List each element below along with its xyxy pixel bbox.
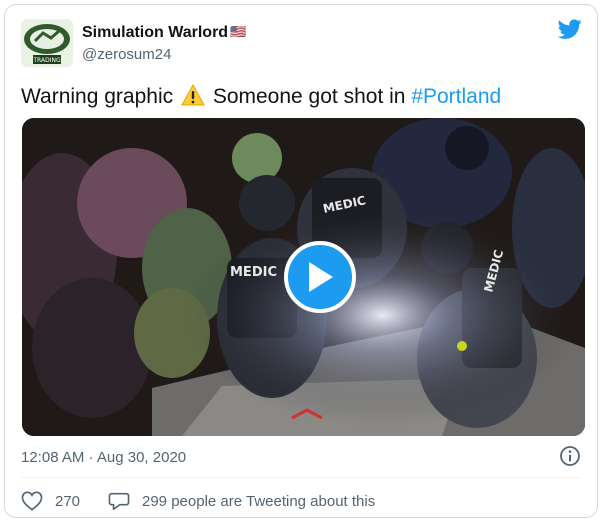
tweet-text-intro: Warning graphic [21,85,174,108]
video-player[interactable]: MEDIC MEDIC MEDIC [22,118,585,436]
avatar-logo: TRADING [21,19,73,67]
tweet-timestamp[interactable]: 12:08 AM · Aug 30, 2020 [21,449,186,466]
play-icon [309,262,333,292]
twitter-bird-icon[interactable] [557,17,583,41]
svg-text:TRADING: TRADING [32,57,61,64]
author-name-text[interactable]: Simulation Warlord [82,24,228,41]
author-handle[interactable]: @zerosum24 [82,46,171,63]
hashtag-link[interactable]: #Portland [411,85,501,108]
divider [21,477,581,478]
tweet-card[interactable]: TRADING Simulation Warlord 🇺🇸 @zerosum24 … [4,4,598,518]
author-name[interactable]: Simulation Warlord 🇺🇸 [82,24,246,42]
conversation-label: 299 people are Tweeting about this [142,492,376,510]
warning-icon [181,84,205,106]
heart-icon [21,491,43,511]
like-button[interactable]: 270 [21,489,80,513]
like-count: 270 [55,492,81,510]
tweet-text: Warning graphic Someone got shot in #Por… [21,84,501,109]
tweet-text-body: Someone got shot in [212,85,406,108]
conversation-button[interactable]: 299 people are Tweeting about this [108,489,375,513]
speech-bubble-icon [108,492,130,510]
info-icon[interactable] [559,445,581,467]
us-flag-emoji: 🇺🇸 [230,24,247,39]
play-button[interactable] [284,241,356,313]
vest-label-left: MEDIC [230,265,277,280]
author-avatar[interactable]: TRADING [21,19,73,67]
